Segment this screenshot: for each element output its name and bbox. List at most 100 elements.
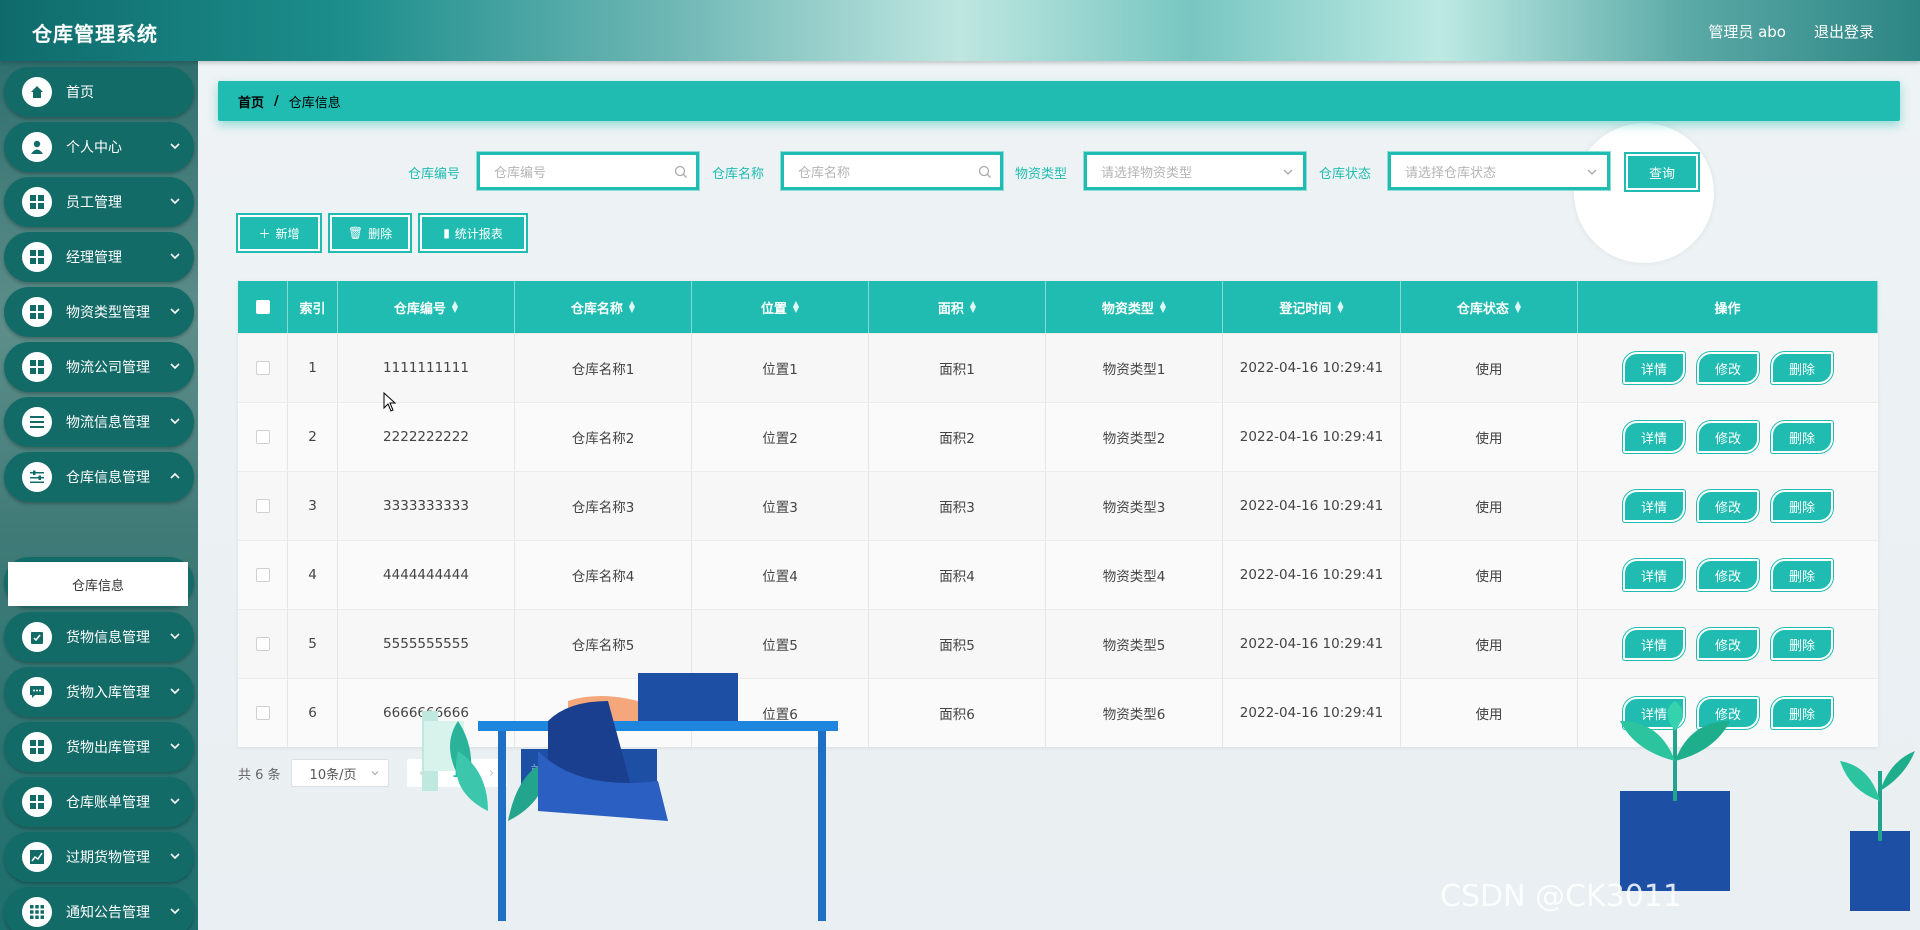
sidebar-item-label: 货物入库管理: [66, 685, 150, 701]
table-cell: 面积1: [869, 334, 1046, 402]
sidebar-item[interactable]: 员工管理: [4, 177, 194, 227]
detail-button[interactable]: 详情: [1623, 352, 1685, 384]
top-header: 仓库管理系统 管理员 abo 退出登录: [0, 0, 1920, 61]
table-cell: 位置3: [692, 472, 869, 540]
row-checkbox[interactable]: [238, 610, 288, 678]
sidebar-item[interactable]: 通知公告管理: [4, 887, 194, 930]
column-header[interactable]: 位置 ▲ ▼: [692, 281, 869, 333]
sidebar-item[interactable]: 首页: [4, 67, 194, 117]
delete-button[interactable]: 🗑 删除: [330, 215, 410, 251]
sort-icon[interactable]: ▲ ▼: [970, 300, 976, 314]
sidebar-item-label: 首页: [66, 85, 94, 101]
delete-row-button[interactable]: 删除: [1771, 628, 1833, 660]
sidebar-item[interactable]: 货物入库管理: [4, 667, 194, 717]
row-actions: 详情 修改 删除: [1578, 472, 1878, 540]
table-cell: 3: [288, 472, 338, 540]
table-cell: 5: [288, 610, 338, 678]
mouse-cursor-icon: [383, 392, 397, 412]
delete-row-button[interactable]: 删除: [1771, 352, 1833, 384]
column-header[interactable]: 仓库状态 ▲ ▼: [1401, 281, 1578, 333]
table-row: 1 1111111111 仓库名称1 位置1 面积1 物资类型1 2022-04-16 10…: [238, 333, 1878, 402]
detail-button[interactable]: 详情: [1623, 421, 1685, 453]
sidebar-item[interactable]: 物流公司管理: [4, 342, 194, 392]
table-cell: 仓库名称1: [515, 334, 692, 402]
column-header-label: 物资类型: [1101, 301, 1154, 317]
table-cell: 2022-04-16 10:29:41: [1223, 334, 1401, 402]
add-button[interactable]: ＋ 新增: [238, 215, 320, 251]
sidebar-item[interactable]: 过期货物管理: [4, 832, 194, 882]
edit-button[interactable]: 修改: [1697, 421, 1759, 453]
query-button[interactable]: 查询: [1626, 154, 1698, 190]
sidebar-item[interactable]: 货物出库管理: [4, 722, 194, 772]
detail-button[interactable]: 详情: [1623, 559, 1685, 591]
type-select[interactable]: 请选择物资类型: [1084, 152, 1306, 190]
table-cell: 位置1: [692, 334, 869, 402]
sort-icon[interactable]: ▲ ▼: [1160, 300, 1166, 314]
name-input[interactable]: 仓库名称: [781, 152, 1003, 190]
column-header-label: 仓库状态: [1456, 301, 1509, 317]
sort-icon[interactable]: ▲ ▼: [1337, 300, 1343, 314]
breadcrumb-separator: /: [274, 93, 279, 109]
row-checkbox[interactable]: [238, 679, 288, 747]
status-select[interactable]: 请选择仓库状态: [1388, 152, 1610, 190]
delete-row-button[interactable]: 删除: [1771, 421, 1833, 453]
chevron-down-icon: [170, 308, 180, 315]
submenu-warehouse-info[interactable]: 仓库信息: [8, 562, 188, 606]
table-cell: 面积3: [869, 472, 1046, 540]
edit-button[interactable]: 修改: [1697, 490, 1759, 522]
chevron-down-icon: [170, 853, 180, 860]
column-header[interactable]: 登记时间 ▲ ▼: [1223, 281, 1401, 333]
row-checkbox[interactable]: [238, 472, 288, 540]
row-actions: 详情 修改 删除: [1578, 541, 1878, 609]
sidebar-item[interactable]: 仓库信息管理: [4, 452, 194, 502]
row-actions: 详情 修改 删除: [1578, 403, 1878, 471]
status-placeholder: 请选择仓库状态: [1405, 165, 1497, 181]
column-header[interactable]: 物资类型 ▲ ▼: [1046, 281, 1223, 333]
sidebar-item[interactable]: 经理管理: [4, 232, 194, 282]
select-all-checkbox[interactable]: [238, 281, 288, 333]
breadcrumb-home[interactable]: 首页: [238, 92, 264, 111]
code-input[interactable]: 仓库编号: [477, 152, 699, 190]
detail-button[interactable]: 详情: [1623, 628, 1685, 660]
column-header: 索引: [288, 281, 338, 333]
row-actions: 详情 修改 删除: [1578, 610, 1878, 678]
sidebar-item[interactable]: 仓库账单管理: [4, 777, 194, 827]
total-count: 共 6 条: [238, 767, 281, 783]
column-header-label: 位置: [760, 301, 787, 317]
delete-row-button[interactable]: 删除: [1771, 490, 1833, 522]
column-header[interactable]: 仓库名称 ▲ ▼: [515, 281, 692, 333]
report-button[interactable]: ▮ 统计报表: [420, 215, 526, 251]
row-checkbox[interactable]: [238, 334, 288, 402]
sidebar-item-label: 过期货物管理: [66, 850, 150, 866]
column-header[interactable]: 面积 ▲ ▼: [869, 281, 1046, 333]
sort-icon[interactable]: ▲ ▼: [629, 300, 635, 314]
table-cell: 物资类型3: [1046, 472, 1223, 540]
checkbox-box: [255, 300, 270, 314]
sidebar-item[interactable]: 个人中心: [4, 122, 194, 172]
sidebar-item[interactable]: 物资类型管理: [4, 287, 194, 337]
column-header-label: 操作: [1714, 301, 1741, 317]
code-label: 仓库编号: [408, 167, 461, 182]
row-checkbox[interactable]: [238, 403, 288, 471]
column-header[interactable]: 仓库编号 ▲ ▼: [338, 281, 515, 333]
sort-icon[interactable]: ▲ ▼: [793, 300, 799, 314]
delete-row-button[interactable]: 删除: [1771, 559, 1833, 591]
list-icon: [22, 407, 52, 437]
sidebar-item-label: 个人中心: [66, 140, 122, 156]
column-header-label: 索引: [299, 301, 326, 317]
edit-button[interactable]: 修改: [1697, 352, 1759, 384]
grid-icon: [22, 242, 52, 272]
row-checkbox[interactable]: [238, 541, 288, 609]
app-title: 仓库管理系统: [32, 22, 158, 46]
edit-button[interactable]: 修改: [1697, 628, 1759, 660]
sort-icon[interactable]: ▲ ▼: [452, 300, 458, 314]
table-cell: 6: [288, 679, 338, 747]
detail-button[interactable]: 详情: [1623, 490, 1685, 522]
sort-icon[interactable]: ▲ ▼: [1515, 300, 1521, 314]
chevron-down-icon: [170, 143, 180, 150]
apps-icon: [22, 897, 52, 927]
sidebar-item[interactable]: 物流信息管理: [4, 397, 194, 447]
edit-button[interactable]: 修改: [1697, 559, 1759, 591]
sidebar-item[interactable]: 货物信息管理: [4, 612, 194, 662]
logout-link[interactable]: 退出登录: [1814, 21, 1874, 42]
